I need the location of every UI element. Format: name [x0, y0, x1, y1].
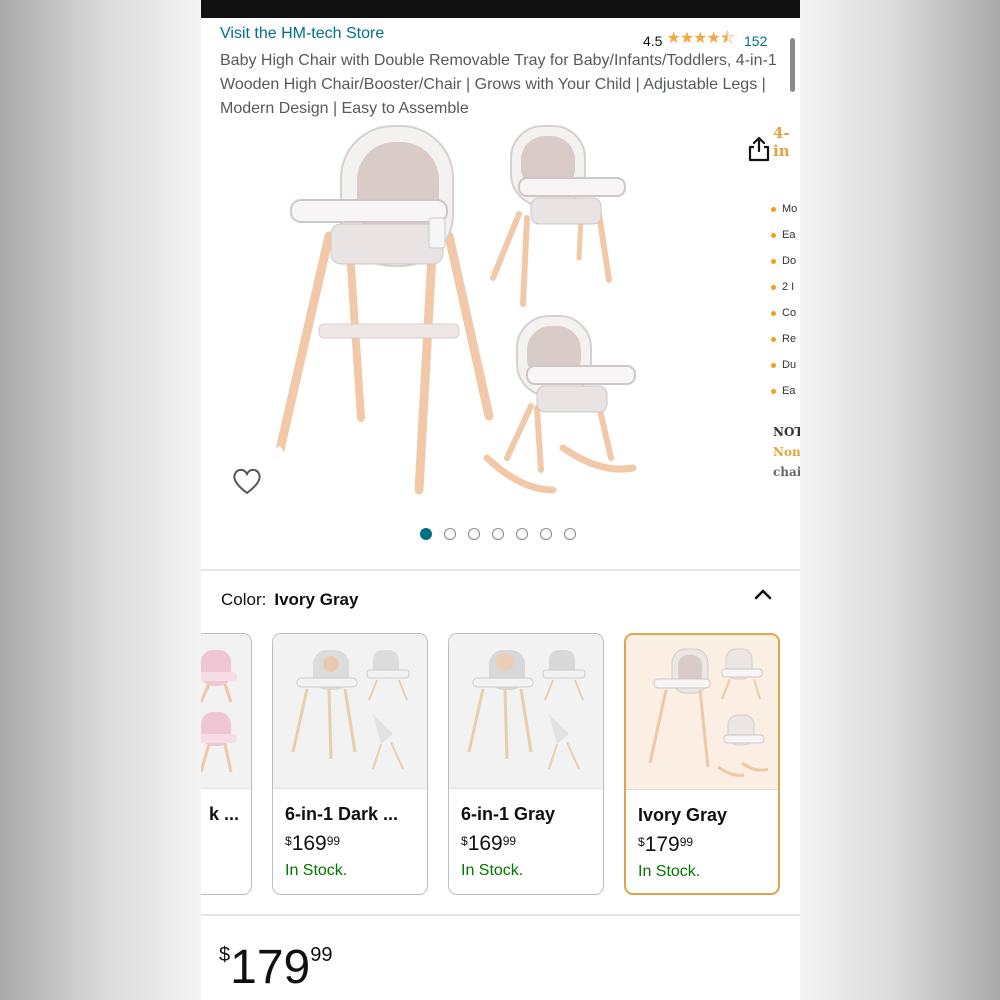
carousel-dot[interactable] [420, 528, 432, 540]
review-count-link[interactable]: 152 [744, 33, 767, 49]
product-title: Baby High Chair with Double Removable Tr… [220, 52, 777, 117]
rating-value: 4.5 [643, 32, 663, 49]
image-gallery[interactable]: 4-in Mo Ea Do 2 I Co Re Du Ea NOT Non ch… [201, 118, 800, 558]
scrollbar[interactable] [790, 38, 795, 92]
store-link[interactable]: Visit the HM-tech Store [220, 25, 384, 43]
swatch-name: k ... [209, 804, 240, 824]
swatch-name: 6-in-1 Gray [461, 804, 556, 824]
carousel-indicators[interactable] [420, 528, 576, 540]
color-swatch[interactable]: 6-in-1 Dark ... $16999 In Stock. [272, 633, 428, 895]
peek-bullet: Co [771, 300, 797, 326]
peek-bullet: Do [771, 248, 797, 274]
swatch-image [449, 634, 603, 789]
peek-bullet: Re [771, 326, 797, 352]
peek-bullet: 2 I [771, 274, 797, 300]
product-price: $17999 [219, 941, 333, 994]
heart-icon[interactable] [231, 466, 263, 496]
carousel-dot[interactable] [492, 528, 504, 540]
high-chair-illustration [272, 125, 494, 495]
carousel-dot[interactable] [444, 528, 456, 540]
carousel-dot[interactable] [468, 528, 480, 540]
color-selector-label: Color: Ivory Gray [221, 590, 359, 609]
stock-status: In Stock. [638, 863, 701, 880]
peek-bullet: Mo [771, 196, 797, 222]
color-swatch[interactable]: 6-in-1 Gray $16999 In Stock. [448, 633, 604, 895]
peek-bullet: Ea [771, 222, 797, 248]
stock-status: In Stock. [285, 862, 348, 879]
peek-bullet-list: Mo Ea Do 2 I Co Re Du Ea [771, 196, 797, 404]
swatch-price: $17999 [638, 833, 694, 856]
next-image-peek: 4-in Mo Ea Do 2 I Co Re Du Ea NOT Non ch… [761, 118, 800, 498]
swatch-image [626, 635, 778, 790]
swatch-image [201, 634, 251, 789]
swatch-name: 6-in-1 Dark ... [285, 804, 399, 824]
divider [201, 914, 800, 916]
chevron-up-icon[interactable] [753, 586, 773, 602]
status-bar [201, 0, 800, 18]
selected-color: Ivory Gray [274, 590, 359, 609]
peek-note: NOT Non chai [773, 425, 800, 479]
swatch-image [273, 634, 427, 789]
rocking-chair-illustration [483, 315, 637, 494]
product-image [272, 125, 637, 495]
divider [201, 569, 800, 571]
convertible-chair-illustration [490, 125, 626, 307]
peek-bullet: Du [771, 352, 797, 378]
color-swatch[interactable]: k ... [201, 633, 252, 895]
peek-bullet: Ea [771, 378, 797, 404]
carousel-dot[interactable] [564, 528, 576, 540]
carousel-dot[interactable] [516, 528, 528, 540]
product-page: Visit the HM-tech Store 4.5 ★★★★⯪ 152 Ba… [201, 0, 800, 1000]
peek-heading: 4-in [773, 124, 790, 160]
swatch-name: Ivory Gray [638, 805, 728, 825]
color-swatch-selected[interactable]: Ivory Gray $17999 In Stock. [624, 633, 780, 895]
swatch-price: $16999 [285, 832, 341, 855]
stock-status: In Stock. [461, 862, 524, 879]
carousel-dot[interactable] [540, 528, 552, 540]
swatch-price: $16999 [461, 832, 517, 855]
